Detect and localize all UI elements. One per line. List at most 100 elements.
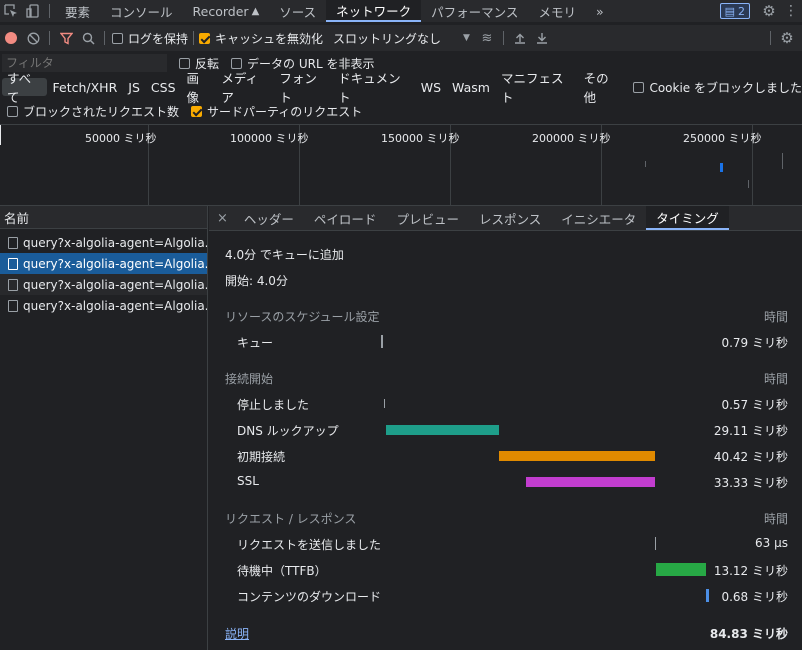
tab-timing[interactable]: タイミング [646, 206, 729, 230]
tab-memory[interactable]: メモリ [528, 0, 586, 22]
tab-elements[interactable]: 要素 [55, 0, 100, 22]
type-manifest[interactable]: マニフェスト [496, 71, 578, 105]
type-other[interactable]: その他 [579, 71, 625, 105]
timing-label-dns: DNS ルックアップ [237, 424, 339, 438]
request-name: query?x-algolia-agent=Algolia... [23, 256, 207, 271]
total-time: 84.83 ミリ秒 [709, 627, 788, 641]
record-icon[interactable] [0, 27, 22, 49]
type-all[interactable]: すべて [2, 71, 47, 105]
document-icon [8, 299, 18, 312]
timing-bar-stalled [384, 399, 385, 408]
request-name: query?x-algolia-agent=Algolia... [23, 298, 207, 313]
type-css[interactable]: CSS [146, 78, 181, 96]
overview-request-bar [748, 180, 749, 188]
type-media[interactable]: メディア [216, 71, 273, 105]
preserve-log-box[interactable] [112, 32, 123, 44]
tab-performance[interactable]: パフォーマンス [421, 0, 528, 22]
document-icon [8, 236, 18, 249]
queued-at: 4.0分 でキューに追加 [225, 248, 344, 262]
throttling-select[interactable]: スロットリングなし ▼ [333, 30, 470, 47]
resource-type-filter: すべて Fetch/XHR JS CSS 画像 メディア フォント ドキュメント… [0, 71, 802, 105]
request-row-selected[interactable]: query?x-algolia-agent=Algolia... [0, 253, 207, 274]
timing-bar-request-sent [655, 537, 656, 550]
third-party-box[interactable] [191, 105, 203, 117]
timing-value-dns: 29.11 ミリ秒 [713, 424, 788, 438]
more-options-icon[interactable]: ⋮ [780, 0, 802, 22]
timing-bar-ssl [526, 477, 655, 487]
tab-sources[interactable]: ソース [269, 0, 326, 22]
timing-value-stalled: 0.57 ミリ秒 [721, 398, 788, 412]
blocked-cookies-label: Cookie をブロックしました [649, 80, 802, 95]
request-name: query?x-algolia-agent=Algolia... [23, 235, 207, 250]
timing-label-ttfb: 待機中（TTFB） [237, 564, 327, 578]
tab-payload[interactable]: ペイロード [304, 206, 387, 230]
type-doc[interactable]: ドキュメント [333, 71, 415, 105]
import-har-icon[interactable] [509, 27, 531, 49]
overview-tick-label: 150000 ミリ秒 [381, 132, 460, 145]
tab-headers[interactable]: ヘッダー [234, 206, 304, 230]
blocked-requests-checkbox[interactable]: ブロックされたリクエスト数 [7, 103, 179, 120]
network-conditions-icon[interactable]: ≋ [476, 27, 498, 49]
disable-cache-box[interactable] [199, 32, 211, 44]
network-overview[interactable]: 50000 ミリ秒 100000 ミリ秒 150000 ミリ秒 200000 ミ… [0, 124, 802, 206]
tab-console[interactable]: コンソール [100, 0, 183, 22]
name-column-header[interactable]: 名前 [0, 206, 207, 229]
settings-gear-icon[interactable]: ⚙ [758, 0, 780, 22]
chevron-down-icon: ▼ [463, 33, 470, 43]
export-har-icon[interactable] [531, 27, 553, 49]
toolbar-divider [193, 31, 195, 45]
third-party-checkbox[interactable]: サードパーティのリクエスト [191, 103, 362, 120]
device-toolbar-icon[interactable] [22, 0, 44, 22]
blocked-requests-box[interactable] [7, 105, 18, 117]
overview-tick-label: 50000 ミリ秒 [85, 132, 157, 145]
throttling-value: スロットリングなし [333, 31, 442, 46]
hide-data-urls-box[interactable] [231, 57, 243, 69]
timing-value-ssl: 33.33 ミリ秒 [713, 476, 788, 490]
blocked-cookies-checkbox[interactable]: Cookie をブロックしました [633, 79, 802, 96]
close-icon[interactable]: × [209, 211, 234, 226]
tab-initiator[interactable]: イニシエータ [551, 206, 646, 230]
explanation-link[interactable]: 説明 [225, 625, 249, 642]
filter-icon[interactable] [55, 27, 77, 49]
issues-badge[interactable]: ▤ 2 [719, 3, 750, 19]
network-toolbar: ログを保持 キャッシュを無効化 スロットリングなし ▼ ≋ ⚙ [0, 25, 802, 51]
type-font[interactable]: フォント [274, 71, 332, 105]
request-options-row: ブロックされたリクエスト数 サードパーティのリクエスト [0, 100, 802, 122]
tab-recorder[interactable]: Recorder ▲ [183, 0, 270, 22]
preserve-log-checkbox[interactable]: ログを保持 [112, 30, 188, 47]
more-tabs-button[interactable]: » [586, 0, 614, 22]
detail-tabs: × ヘッダー ペイロード プレビュー レスポンス イニシエータ タイミング [209, 206, 802, 231]
time-header: 時間 [763, 372, 788, 386]
clear-icon[interactable] [22, 27, 44, 49]
started-at: 開始: 4.0分 [225, 274, 288, 288]
disable-cache-checkbox[interactable]: キャッシュを無効化 [199, 30, 323, 47]
tab-network[interactable]: ネットワーク [326, 0, 422, 22]
timing-label-download: コンテンツのダウンロード [237, 590, 382, 604]
type-img[interactable]: 画像 [182, 71, 216, 105]
time-header: 時間 [763, 512, 788, 526]
document-icon [8, 278, 18, 291]
type-ws[interactable]: WS [416, 78, 446, 96]
network-settings-gear-icon[interactable]: ⚙ [776, 27, 798, 49]
invert-box[interactable] [179, 57, 190, 69]
timing-value-request-sent: 63 μs [755, 536, 788, 550]
request-row[interactable]: query?x-algolia-agent=Algolia... [0, 232, 207, 253]
time-header: 時間 [763, 310, 788, 324]
tab-response[interactable]: レスポンス [469, 206, 551, 230]
request-row[interactable]: query?x-algolia-agent=Algolia... [0, 295, 207, 316]
request-row[interactable]: query?x-algolia-agent=Algolia... [0, 274, 207, 295]
top-tab-bar: 要素 コンソール Recorder ▲ ソース ネットワーク パフォーマンス メモ… [0, 0, 802, 22]
type-fetch-xhr[interactable]: Fetch/XHR [48, 78, 123, 96]
tab-preview[interactable]: プレビュー [386, 206, 469, 230]
timing-value-download: 0.68 ミリ秒 [721, 590, 788, 604]
blocked-cookies-box[interactable] [633, 81, 645, 93]
issues-count: 2 [738, 4, 745, 18]
overview-tick-label: 250000 ミリ秒 [683, 132, 762, 145]
search-icon[interactable] [77, 27, 99, 49]
type-wasm[interactable]: Wasm [447, 78, 495, 96]
inspect-element-icon[interactable] [0, 0, 22, 22]
document-icon [8, 257, 18, 270]
request-detail-panel: × ヘッダー ペイロード プレビュー レスポンス イニシエータ タイミング 4.… [209, 206, 802, 650]
type-js[interactable]: JS [123, 78, 145, 96]
timing-bar-queueing [381, 335, 383, 348]
